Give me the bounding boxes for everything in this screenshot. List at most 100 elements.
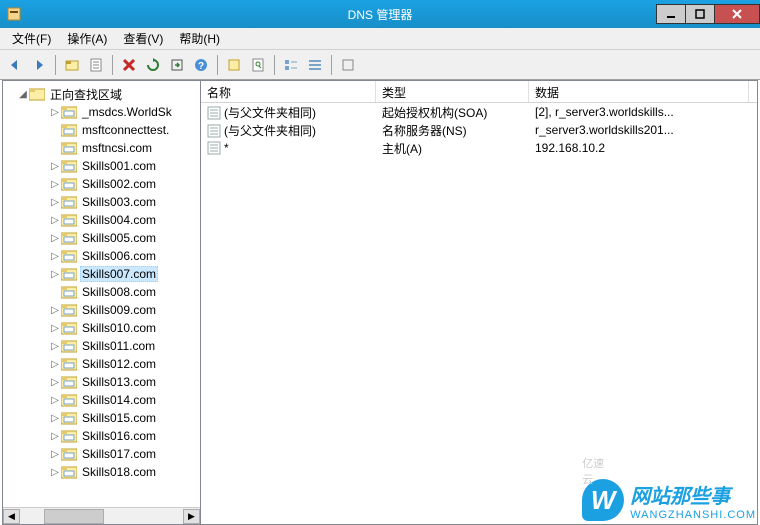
expander-icon[interactable]: ▷ xyxy=(49,215,61,226)
more-button[interactable] xyxy=(337,54,359,76)
cell-name: (与父文件夹相同) xyxy=(201,122,376,139)
tree-item-label: Skills005.com xyxy=(80,231,158,245)
zone-icon xyxy=(61,177,77,191)
tree-pane: ◢ 正向查找区域 ▷_msdcs.WorldSk msftconnecttest.… xyxy=(3,81,201,524)
delete-button[interactable] xyxy=(118,54,140,76)
tree-item-label: Skills017.com xyxy=(80,447,158,461)
expander-icon[interactable]: ▷ xyxy=(49,269,61,280)
titlebar: DNS 管理器 xyxy=(0,0,760,28)
forward-button[interactable] xyxy=(28,54,50,76)
scroll-thumb[interactable] xyxy=(44,509,104,524)
tree-item[interactable]: ▷Skills006.com xyxy=(3,247,200,265)
menu-action[interactable]: 操作(A) xyxy=(59,28,115,49)
list-row[interactable]: (与父文件夹相同)名称服务器(NS)r_server3.worldskills2… xyxy=(201,121,757,139)
tree-item[interactable]: ▷Skills014.com xyxy=(3,391,200,409)
column-name[interactable]: 名称 xyxy=(201,81,376,102)
tree-root[interactable]: ◢ 正向查找区域 xyxy=(3,85,200,103)
export-button[interactable] xyxy=(166,54,188,76)
expander-icon[interactable]: ▷ xyxy=(49,341,61,352)
expander-icon[interactable]: ◢ xyxy=(17,89,29,100)
up-button[interactable] xyxy=(61,54,83,76)
menu-help[interactable]: 帮助(H) xyxy=(171,28,228,49)
help-button[interactable]: ? xyxy=(190,54,212,76)
tree-item[interactable]: ▷Skills012.com xyxy=(3,355,200,373)
tree-item-label: msftncsi.com xyxy=(80,141,154,155)
record-icon xyxy=(207,106,221,120)
tree-item[interactable]: ▷Skills011.com xyxy=(3,337,200,355)
expander-icon[interactable]: ▷ xyxy=(49,107,61,118)
expander-icon[interactable]: ▷ xyxy=(49,179,61,190)
scroll-track[interactable] xyxy=(20,508,183,525)
maximize-button[interactable] xyxy=(685,4,715,24)
tree-item[interactable]: msftncsi.com xyxy=(3,139,200,157)
zone-icon xyxy=(61,339,77,353)
filter-button[interactable] xyxy=(223,54,245,76)
close-button[interactable] xyxy=(714,4,760,24)
tree-item[interactable]: ▷ Skills009.com xyxy=(3,301,200,319)
expander-icon[interactable]: ▷ xyxy=(49,233,61,244)
list-row[interactable]: *主机(A)192.168.10.2 xyxy=(201,139,757,157)
zone-icon xyxy=(61,429,77,443)
expander-icon[interactable]: ▷ xyxy=(49,197,61,208)
column-type[interactable]: 类型 xyxy=(376,81,529,102)
tree-item-label: Skills015.com xyxy=(80,411,158,425)
cell-type: 起始授权机构(SOA) xyxy=(376,104,529,121)
cell-name: (与父文件夹相同) xyxy=(201,104,376,121)
tree-item[interactable]: ▷Skills018.com xyxy=(3,463,200,481)
tree-item[interactable]: ▷Skills007.com xyxy=(3,265,200,283)
expander-icon[interactable]: ▷ xyxy=(49,359,61,370)
expander-icon[interactable]: ▷ xyxy=(49,449,61,460)
expander-icon[interactable]: ▷ xyxy=(49,323,61,334)
list-row[interactable]: (与父文件夹相同)起始授权机构(SOA)[2], r_server3.world… xyxy=(201,103,757,121)
menu-view[interactable]: 查看(V) xyxy=(115,28,171,49)
column-data[interactable]: 数据 xyxy=(529,81,749,102)
tree-item-label: Skills016.com xyxy=(80,429,158,443)
zone-icon xyxy=(61,303,77,317)
zone-icon xyxy=(61,465,77,479)
zone-icon xyxy=(61,411,77,425)
menu-file[interactable]: 文件(F) xyxy=(4,28,59,49)
back-button[interactable] xyxy=(4,54,26,76)
search-button[interactable] xyxy=(247,54,269,76)
tree-item[interactable]: ▷Skills001.com xyxy=(3,157,200,175)
tree-scroll[interactable]: ◢ 正向查找区域 ▷_msdcs.WorldSk msftconnecttest.… xyxy=(3,81,200,507)
properties-button[interactable] xyxy=(85,54,107,76)
tree-item-label: msftconnecttest. xyxy=(80,123,171,137)
tree-item[interactable]: ▷ Skills015.com xyxy=(3,409,200,427)
tree-item-label: Skills009.com xyxy=(80,303,158,317)
tree-item[interactable]: ▷Skills002.com xyxy=(3,175,200,193)
tree-item[interactable]: msftconnecttest. xyxy=(3,121,200,139)
tree-item[interactable]: ▷Skills010.com xyxy=(3,319,200,337)
tree-item[interactable]: ▷Skills003.com xyxy=(3,193,200,211)
expander-icon[interactable]: ▷ xyxy=(49,413,61,424)
expander-icon[interactable]: ▷ xyxy=(49,305,61,316)
cell-name: * xyxy=(201,141,376,156)
scroll-left-button[interactable]: ◀ xyxy=(3,509,20,524)
tree-item[interactable]: ▷_msdcs.WorldSk xyxy=(3,103,200,121)
list-detail-button[interactable] xyxy=(304,54,326,76)
zone-icon xyxy=(61,393,77,407)
scroll-right-button[interactable]: ▶ xyxy=(183,509,200,524)
expander-icon[interactable]: ▷ xyxy=(49,251,61,262)
tree-item[interactable]: ▷ Skills017.com xyxy=(3,445,200,463)
zone-icon xyxy=(61,249,77,263)
expander-icon[interactable]: ▷ xyxy=(49,431,61,442)
expander-icon[interactable]: ▷ xyxy=(49,395,61,406)
cell-type: 主机(A) xyxy=(376,140,529,157)
tree-item[interactable]: ▷ Skills016.com xyxy=(3,427,200,445)
tree-item-label: Skills013.com xyxy=(80,375,158,389)
tree-item[interactable]: Skills008.com xyxy=(3,283,200,301)
minimize-button[interactable] xyxy=(656,4,686,24)
list-body[interactable]: (与父文件夹相同)起始授权机构(SOA)[2], r_server3.world… xyxy=(201,103,757,524)
tree-item[interactable]: ▷ Skills013.com xyxy=(3,373,200,391)
tree-item[interactable]: ▷Skills004.com xyxy=(3,211,200,229)
list-large-button[interactable] xyxy=(280,54,302,76)
horizontal-scrollbar[interactable]: ◀ ▶ xyxy=(3,507,200,524)
expander-icon[interactable]: ▷ xyxy=(49,467,61,478)
expander-icon[interactable]: ▷ xyxy=(49,377,61,388)
tree-item[interactable]: ▷ Skills005.com xyxy=(3,229,200,247)
folder-icon xyxy=(29,87,45,101)
expander-icon[interactable]: ▷ xyxy=(49,161,61,172)
list-pane: 名称 类型 数据 (与父文件夹相同)起始授权机构(SOA)[2], r_serv… xyxy=(201,81,757,524)
refresh-button[interactable] xyxy=(142,54,164,76)
